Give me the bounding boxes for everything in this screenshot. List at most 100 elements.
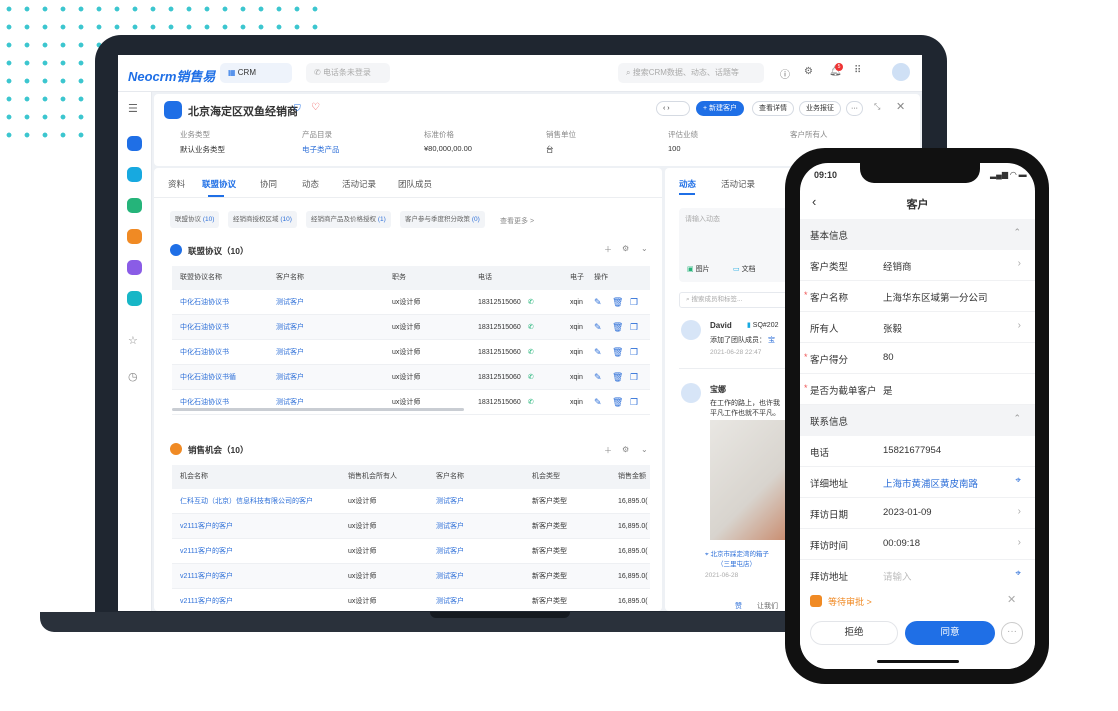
settings-icon[interactable]: ⚙ [622, 244, 629, 253]
form-value[interactable]: 经销商 [883, 259, 912, 273]
table-row[interactable]: v2111客户的客户 ux设计师 测试客户 新客户类型 16,895.0( [172, 564, 650, 589]
menu-icon[interactable]: ☰ [128, 102, 138, 115]
column-header[interactable]: 操作 [594, 266, 608, 290]
like-button[interactable]: 赞 [735, 601, 742, 611]
tab-feed[interactable]: 动态 [679, 178, 696, 190]
table-row[interactable]: v2111客户的客户 ux设计师 测试客户 新客户类型 16,895.0( [172, 539, 650, 564]
form-value[interactable]: 80 [883, 352, 894, 363]
delete-icon[interactable]: 🗑︎ [612, 390, 623, 415]
form-value[interactable]: 张毅 [883, 321, 902, 335]
location-pin-icon[interactable]: ⌖ [1015, 568, 1021, 579]
table-row[interactable]: 仁科互动（北京）信息科技有限公司的客户 ux设计师 测试客户 新客户类型 16,895.… [172, 489, 650, 514]
help-icon[interactable]: ⓘ [780, 66, 790, 81]
table-cell[interactable]: 测试客户 [436, 589, 464, 611]
edit-icon[interactable]: ✎ [594, 340, 602, 365]
table-cell[interactable]: 测试客户 [276, 390, 304, 415]
table-cell[interactable]: 测试客户 [276, 315, 304, 340]
see-more-link[interactable]: 查看更多 > [500, 216, 534, 226]
form-row[interactable]: 电话 15821677954 [800, 436, 1035, 467]
table-row[interactable]: 中化石油协议书 测试客户 ux设计师 18312515060 ✆ xqin ✎ 🗑︎ ❐ [172, 390, 650, 415]
form-value[interactable]: 上海市黄浦区黄皮南路 [883, 476, 978, 490]
phone-call-icon[interactable]: ✆ [528, 315, 534, 340]
related-chip[interactable]: 联盟协议 (10) [170, 211, 220, 228]
clock-icon[interactable]: ◷ [128, 370, 138, 383]
table-cell[interactable]: 测试客户 [276, 290, 304, 315]
global-search[interactable]: ⌕ 搜索CRM数据、动态、话题等 [618, 63, 764, 83]
view-details-button[interactable]: 查看详情 [752, 101, 794, 116]
form-row[interactable]: * 客户名称 上海华东区域第一分公司 [800, 281, 1035, 312]
column-header[interactable]: 销售金额 [618, 465, 646, 489]
copy-icon[interactable]: ❐ [630, 390, 638, 415]
post-mention[interactable]: 宝 [768, 337, 775, 344]
column-header[interactable]: 联盟协议名称 [180, 266, 222, 290]
settings-icon[interactable]: ⚙ [804, 66, 813, 77]
tab-item[interactable]: 活动记录 [342, 178, 376, 190]
table-cell[interactable]: 测试客户 [436, 489, 464, 514]
column-header[interactable]: 销售机会所有人 [348, 465, 397, 489]
apps-icon[interactable]: ⠿ [854, 65, 861, 76]
sidebar-doc-icon[interactable] [127, 198, 142, 213]
form-value[interactable]: 上海华东区域第一分公司 [883, 290, 988, 304]
form-value[interactable]: 2023-01-09 [883, 507, 932, 518]
post-author[interactable]: David [710, 321, 732, 330]
post-author[interactable]: 宝娜 [710, 384, 726, 395]
horizontal-scrollbar[interactable] [172, 408, 464, 411]
collapse-icon[interactable]: ⤡ [874, 102, 880, 112]
edit-icon[interactable]: ✎ [594, 315, 602, 340]
table-row[interactable]: v2111客户的客户 ux设计师 测试客户 新客户类型 16,895.0( [172, 514, 650, 539]
table-cell[interactable]: 测试客户 [436, 564, 464, 589]
form-row[interactable]: 拜访日期 2023-01-09 › [800, 498, 1035, 529]
form-value[interactable]: 00:09:18 [883, 538, 920, 549]
related-chip[interactable]: 经销商产品及价格授权 (1) [306, 211, 391, 228]
copy-icon[interactable]: ❐ [630, 315, 638, 340]
report-button[interactable]: 业务报征 [799, 101, 841, 116]
sidebar-opportunity-icon[interactable] [127, 229, 142, 244]
form-section-header[interactable]: 基本信息 ⌃ [800, 219, 1035, 250]
form-row[interactable]: * 客户得分 80 [800, 343, 1035, 374]
column-header[interactable]: 职务 [392, 266, 406, 290]
new-customer-button[interactable]: + 新建客户 [696, 101, 745, 116]
post-image[interactable] [710, 420, 790, 540]
column-header[interactable]: 电话 [478, 266, 492, 290]
doc-button[interactable]: ▭ 文档 [733, 264, 756, 274]
tab-item[interactable]: 团队成员 [398, 178, 432, 190]
related-chip[interactable]: 客户参与季度积分政策 (0) [400, 211, 485, 228]
form-row[interactable]: 所有人 张毅 › [800, 312, 1035, 343]
table-cell[interactable]: 中化石油协议书 [180, 340, 229, 365]
phone-call-icon[interactable]: ✆ [528, 365, 534, 390]
reject-button[interactable]: 拒绝 [810, 621, 898, 645]
form-row[interactable]: 客户类型 经销商 › [800, 250, 1035, 281]
form-section-header[interactable]: 联系信息 ⌃ [800, 405, 1035, 436]
field-value[interactable]: 电子类产品 [302, 144, 340, 155]
star-icon[interactable]: ☆ [128, 334, 138, 347]
form-value[interactable]: 是 [883, 383, 893, 397]
table-row[interactable]: 中化石油协议书循 测试客户 ux设计师 18312515060 ✆ xqin ✎ 🗑︎ ❐ [172, 365, 650, 390]
table-cell[interactable]: 中化石油协议书循 [180, 365, 236, 390]
column-header[interactable]: 机会类型 [532, 465, 560, 489]
copy-icon[interactable]: ❐ [630, 365, 638, 390]
chevron-down-icon[interactable]: ⌄ [641, 244, 648, 253]
table-cell[interactable]: v2111客户的客户 [180, 564, 233, 589]
edit-icon[interactable]: ✎ [594, 390, 602, 415]
copy-icon[interactable]: ❐ [630, 340, 638, 365]
form-row[interactable]: 拜访时间 00:09:18 › [800, 529, 1035, 560]
add-icon[interactable]: ＋ [604, 445, 612, 456]
edit-icon[interactable]: ✎ [594, 365, 602, 390]
phone-call-icon[interactable]: ✆ [528, 290, 534, 315]
table-cell[interactable]: 测试客户 [436, 514, 464, 539]
chevron-down-icon[interactable]: ⌄ [641, 445, 648, 454]
table-cell[interactable]: 测试客户 [276, 365, 304, 390]
table-cell[interactable]: 仁科互动（北京）信息科技有限公司的客户 [180, 489, 313, 514]
prev-next-button[interactable]: ‹ › [656, 101, 690, 116]
table-cell[interactable]: v2111客户的客户 [180, 514, 233, 539]
table-row[interactable]: 中化石油协议书 测试客户 ux设计师 18312515060 ✆ xqin ✎ 🗑︎ ❐ [172, 340, 650, 365]
table-row[interactable]: 中化石油协议书 测试客户 ux设计师 18312515060 ✆ xqin ✎ 🗑︎ ❐ [172, 315, 650, 340]
form-value[interactable]: 请输入 [883, 569, 912, 583]
phone-status[interactable]: ✆ 电话条未登录 [306, 63, 390, 83]
app-switcher[interactable]: ▦ CRM [220, 63, 292, 83]
location-pin-icon[interactable]: ⌖ [1015, 475, 1021, 486]
related-chip[interactable]: 经销商授权区域 (10) [228, 211, 297, 228]
more-icon[interactable]: ··· [1001, 622, 1023, 644]
delete-icon[interactable]: 🗑︎ [612, 340, 623, 365]
form-value[interactable]: 15821677954 [883, 445, 941, 456]
